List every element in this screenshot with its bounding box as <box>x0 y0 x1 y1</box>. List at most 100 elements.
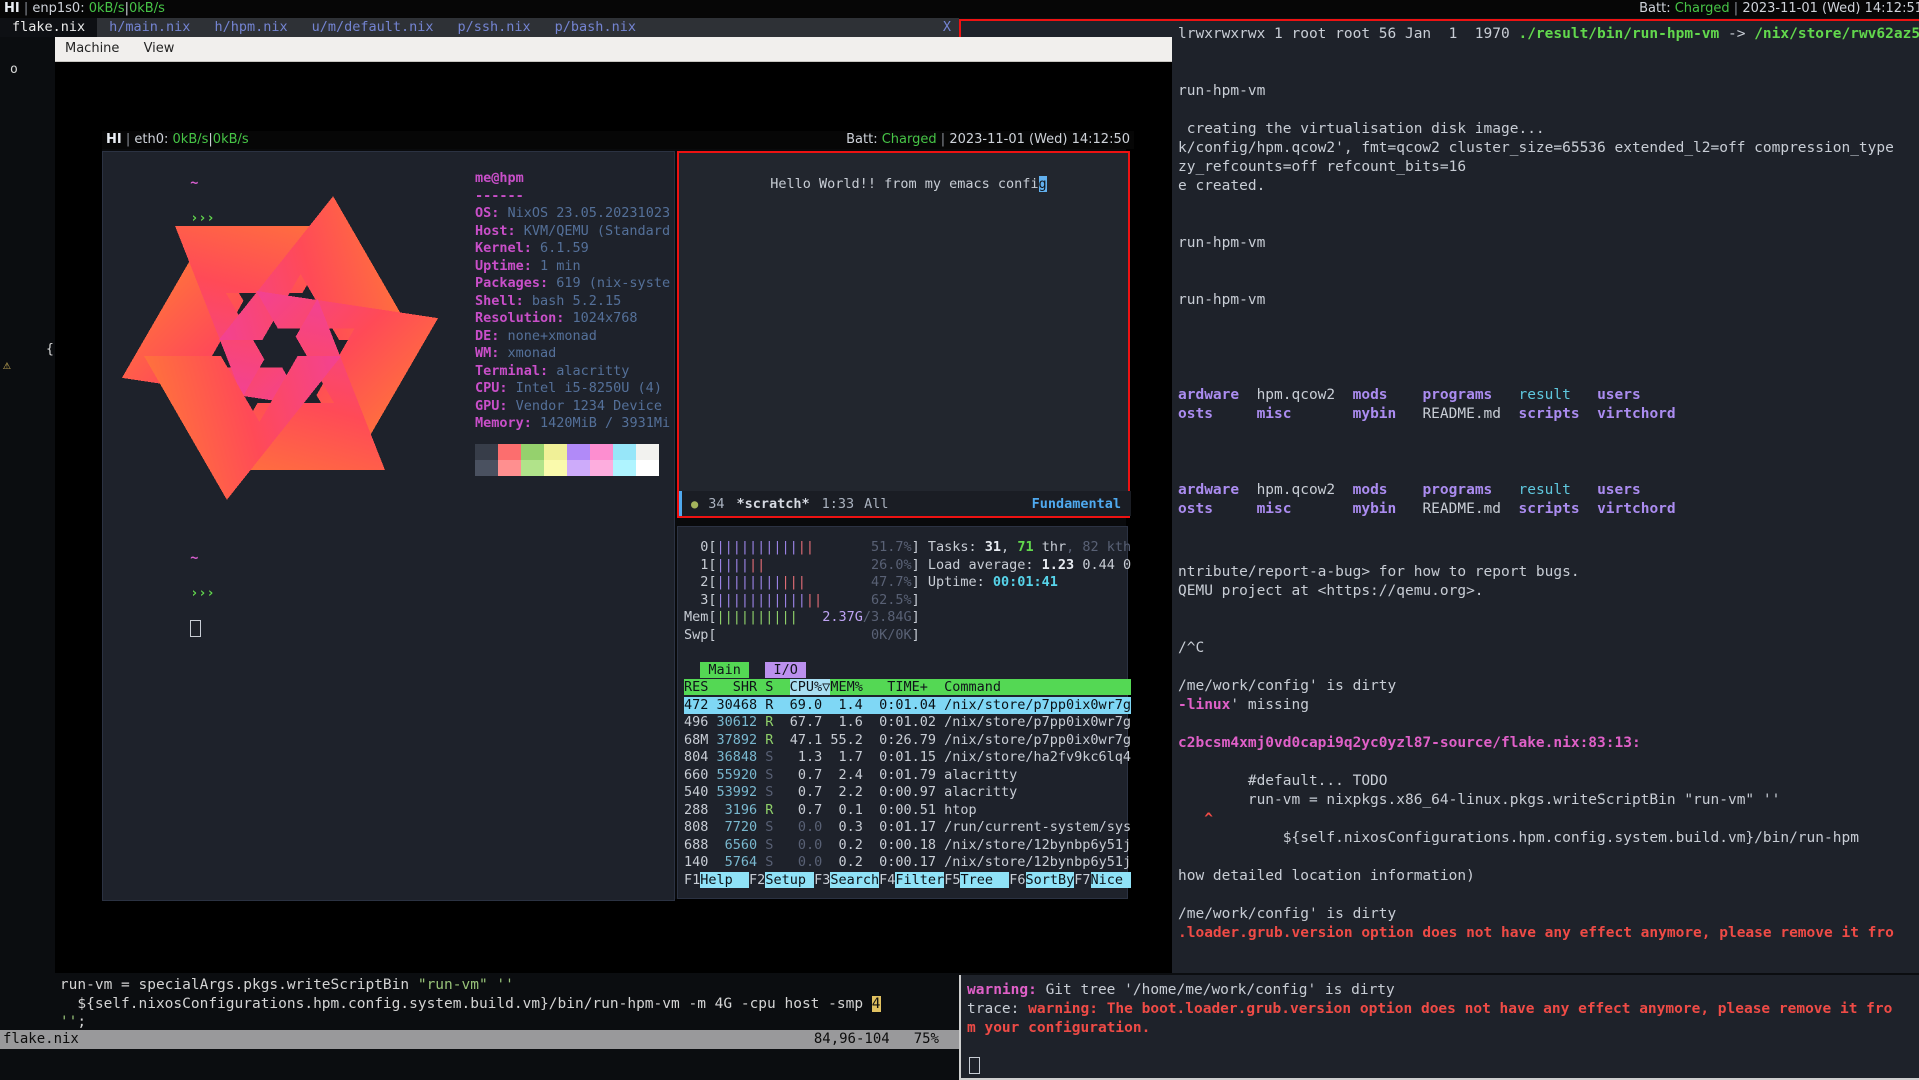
terminal-output: warning: Git tree '/home/me/work/config'… <box>967 981 1892 1057</box>
desktop: HI | enp1s0: 0kB/s|0kB/s Batt: Charged |… <box>0 0 1919 1080</box>
neofetch-row: CPU: Intel i5-8250U (4) <box>475 380 670 398</box>
neofetch-row: Packages: 619 (nix-syste <box>475 275 670 293</box>
terminal-line <box>1178 329 1919 348</box>
neofetch-row: Shell: bash 5.2.15 <box>475 293 670 311</box>
terminal-line <box>1178 196 1919 215</box>
terminal-cursor <box>969 1057 980 1074</box>
terminal-line: run-hpm-vm <box>1178 234 1919 253</box>
qemu-window[interactable]: Machine View HI | eth0: 0kB/s|0kB/s Batt… <box>55 37 1172 973</box>
terminal-line <box>1178 424 1919 443</box>
terminal-line: c2bcsm4xmj0vd0capi9q2yc0yzl87-source/fla… <box>1178 734 1894 753</box>
vim-tabline: flake.nixh/main.nixh/hpm.nixu/m/default.… <box>0 18 959 37</box>
palette-swatch <box>636 444 659 460</box>
terminal-line: 688 6560 S 0.0 0.2 0:00.18 /nix/store/12… <box>684 837 1131 855</box>
terminal-line: QEMU project at <https://qemu.org>. <box>1178 582 1894 601</box>
terminal-line: 804 36848 S 1.3 1.7 0:01.15 /nix/store/h… <box>684 749 1131 767</box>
terminal-line: Mem[|||||||||| 2.37G/3.84G] <box>684 609 1131 627</box>
tab-p/ssh.nix[interactable]: p/ssh.nix <box>446 18 543 37</box>
emacs-buffer-text: Hello World!! from my emacs config <box>689 158 1047 176</box>
menu-machine[interactable]: Machine <box>55 37 129 61</box>
terminal-line: 540 53992 S 0.7 2.2 0:00.97 alacritty <box>684 784 1131 802</box>
warning-triangle-icon: ⚠ <box>3 358 11 373</box>
terminal-line <box>1178 44 1919 63</box>
terminal-cursor <box>190 620 201 637</box>
terminal-line: trace: warning: The boot.loader.grub.ver… <box>967 1000 1892 1019</box>
tab-h/main.nix[interactable]: h/main.nix <box>97 18 202 37</box>
vim-statusline: flake.nix 84,96-104 75% <box>0 1030 959 1049</box>
qemu-menubar: Machine View <box>55 37 1172 62</box>
menu-view[interactable]: View <box>134 37 185 61</box>
terminal-line: .loader.grub.version option does not hav… <box>1178 924 1894 943</box>
neofetch-row: Uptime: 1 min <box>475 258 670 276</box>
tabline-close-button[interactable]: X <box>943 18 959 37</box>
vm-bar-left: HI | eth0: 0kB/s|0kB/s <box>106 131 249 149</box>
terminal-line: run-hpm-vm <box>1178 291 1919 310</box>
palette-swatch <box>521 444 544 460</box>
terminal-line: ardware hpm.qcow2 mods programs result u… <box>1178 481 1919 500</box>
terminal-line: e created. <box>1178 177 1919 196</box>
terminal-line <box>684 644 1131 662</box>
terminal-line: zy_refcounts=off refcount_bits=16 <box>1178 158 1919 177</box>
terminal-line: ''; <box>25 1013 881 1032</box>
terminal-line: 2[||||||||||| 47.7%] Uptime: 00:01:41 <box>684 574 1131 592</box>
terminal-line: warning: Git tree '/home/me/work/config'… <box>967 981 1892 1000</box>
nixos-logo <box>109 182 451 514</box>
palette-swatch <box>590 444 613 460</box>
tab-p/bash.nix[interactable]: p/bash.nix <box>543 18 648 37</box>
terminal-line: Swp[ 0K/0K] <box>684 627 1131 645</box>
terminal-line <box>1178 310 1919 329</box>
tab-u/m/default.nix[interactable]: u/m/default.nix <box>300 18 446 37</box>
terminal-right-bottom[interactable]: warning: Git tree '/home/me/work/config'… <box>959 975 1919 1080</box>
terminal-line <box>967 1038 1892 1057</box>
terminal-line <box>1178 886 1894 905</box>
terminal-line: ${self.nixosConfigurations.hpm.config.sy… <box>25 995 881 1014</box>
terminal-line: 496 30612 R 67.7 1.6 0:01.02 /nix/store/… <box>684 714 1131 732</box>
emacs-modeline: ● 34 *scratch* 1:33 All Fundamental <box>679 491 1131 516</box>
emacs-cursor: g <box>1039 176 1047 192</box>
terminal-line: ${self.nixosConfigurations.hpm.config.sy… <box>1178 829 1894 848</box>
palette-swatch <box>475 460 498 476</box>
terminal-line <box>1178 462 1919 481</box>
terminal-line: Main I/O <box>684 662 1131 680</box>
terminal-line: osts misc mybin README.md scripts virtch… <box>1178 500 1919 519</box>
terminal-line: lrwxrwxrwx 1 root root 56 Jan 1 1970 ./r… <box>1178 25 1919 44</box>
statusline-ruler: 84,96-104 <box>814 1030 914 1049</box>
terminal-line: ^ <box>1178 810 1894 829</box>
terminal-line: 472 30468 R 69.0 1.4 0:01.04 /nix/store/… <box>684 697 1131 715</box>
host-status-bar: HI | enp1s0: 0kB/s|0kB/s Batt: Charged |… <box>0 0 1919 18</box>
vm-display[interactable]: HI | eth0: 0kB/s|0kB/s Batt: Charged | 2… <box>102 131 1126 899</box>
vm-status-bar: HI | eth0: 0kB/s|0kB/s Batt: Charged | 2… <box>102 131 1134 149</box>
terminal-line <box>1178 848 1894 867</box>
terminal-line: ardware hpm.qcow2 mods programs result u… <box>1178 386 1919 405</box>
neofetch-info: me@hpm ------ OS: NixOS 23.05.20231023Ho… <box>475 170 670 433</box>
terminal-line: osts misc mybin README.md scripts virtch… <box>1178 405 1919 424</box>
terminal-line <box>1178 715 1894 734</box>
neofetch-row: Kernel: 6.1.59 <box>475 240 670 258</box>
terminal-line: 68M 37892 R 47.1 55.2 0:26.79 /nix/store… <box>684 732 1131 750</box>
terminal-line: RES SHR S CPU%▽MEM% TIME+ Command <box>684 679 1131 697</box>
tab-flake.nix[interactable]: flake.nix <box>0 18 97 37</box>
vim-code-lines: run-vm = specialArgs.pkgs.writeScriptBin… <box>25 976 881 1032</box>
terminal-line: F1Help F2Setup F3SearchF4FilterF5Tree F6… <box>684 872 1131 890</box>
terminal-line <box>1178 443 1919 462</box>
vm-terminal-neofetch[interactable]: ~ ››› flex <box>102 151 675 901</box>
host-bar-left: HI | enp1s0: 0kB/s|0kB/s <box>4 0 165 18</box>
terminal-line: how detailed location information) <box>1178 867 1894 886</box>
statusline-percent: 75% <box>914 1030 959 1049</box>
emacs-major-mode: Fundamental <box>1032 496 1121 512</box>
shell-prompt: ~ ››› flex <box>109 157 223 175</box>
vm-emacs-window[interactable]: Hello World!! from my emacs config ● 34 … <box>677 151 1130 518</box>
neofetch-rows: OS: NixOS 23.05.20231023Host: KVM/QEMU (… <box>475 205 670 433</box>
tab-h/hpm.nix[interactable]: h/hpm.nix <box>202 18 299 37</box>
vim-buffer[interactable]: run-vm = specialArgs.pkgs.writeScriptBin… <box>0 973 959 1030</box>
terminal-palette <box>475 444 659 476</box>
terminal-line: 288 3196 R 0.7 0.1 0:00.51 htop <box>684 802 1131 820</box>
vm-htop-window[interactable]: 0[|||||||||||| 51.7%] Tasks: 31, 71 thr,… <box>677 526 1128 899</box>
terminal-line: 660 55920 S 0.7 2.4 0:01.79 alacritty <box>684 767 1131 785</box>
palette-swatch <box>567 460 590 476</box>
neofetch-row: Terminal: alacritty <box>475 363 670 381</box>
terminal-line: creating the virtualisation disk image..… <box>1178 120 1919 139</box>
terminal-line: -linux' missing <box>1178 696 1894 715</box>
neofetch-row: GPU: Vendor 1234 Device <box>475 398 670 416</box>
terminal-output: lrwxrwxrwx 1 root root 56 Jan 1 1970 ./r… <box>1178 25 1919 519</box>
